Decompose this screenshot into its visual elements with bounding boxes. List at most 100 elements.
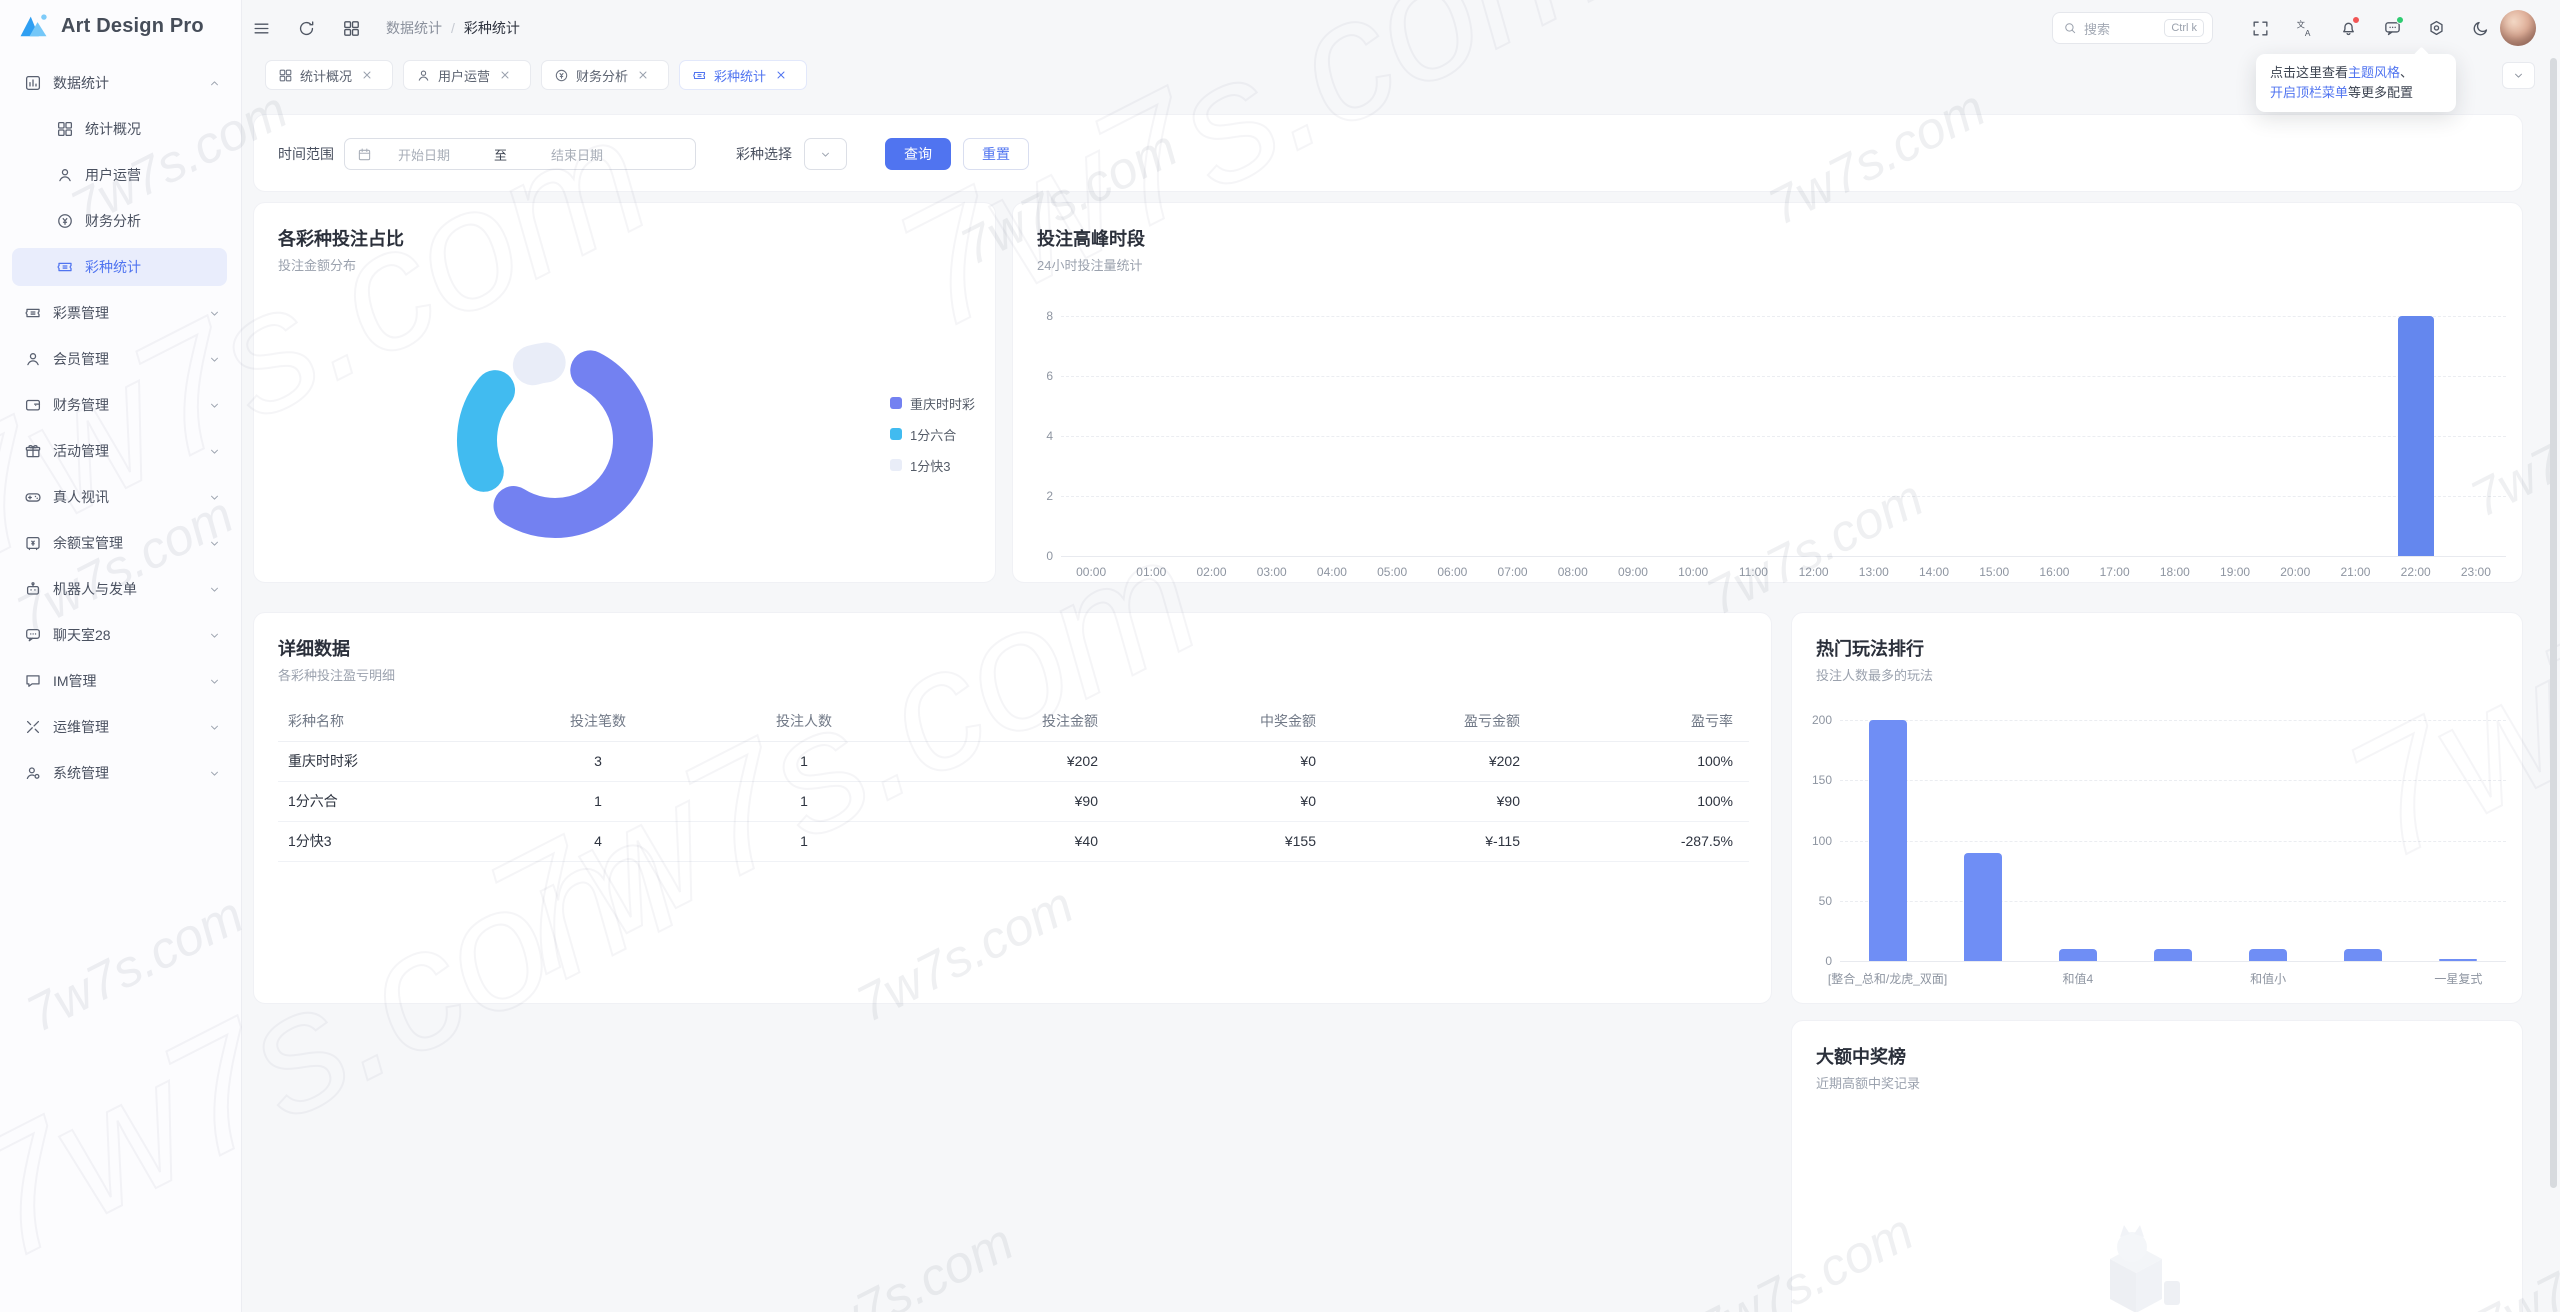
sidebar-item-10[interactable]: 余额宝管理 bbox=[0, 520, 241, 566]
tab-2[interactable]: 财务分析 bbox=[541, 60, 670, 90]
sidebar-item-12[interactable]: 聊天室28 bbox=[0, 612, 241, 658]
pie-chart-card: 各彩种投注占比 投注金额分布 重庆时时彩 1分六合 1分快3 bbox=[253, 202, 996, 583]
tab-close-icon[interactable] bbox=[499, 69, 511, 81]
apps-grid-icon[interactable] bbox=[342, 19, 361, 38]
breadcrumb: 数据统计 / 彩种统计 bbox=[386, 0, 520, 56]
reset-button[interactable]: 重置 bbox=[963, 138, 1029, 170]
card-subtitle: 24小时投注量统计 bbox=[1037, 258, 1143, 273]
table-column-header: 彩种名称 bbox=[278, 701, 498, 742]
end-date-placeholder[interactable]: 结束日期 bbox=[551, 145, 603, 164]
scrollbar-thumb[interactable] bbox=[2550, 58, 2557, 1188]
bell-button[interactable] bbox=[2326, 10, 2370, 46]
card-subtitle: 投注人数最多的玩法 bbox=[1816, 668, 1934, 683]
sidebar-item-7[interactable]: 财务管理 bbox=[0, 382, 241, 428]
date-range-separator: 至 bbox=[494, 147, 508, 163]
legend-item[interactable]: 重庆时时彩 bbox=[890, 395, 975, 412]
safe-icon bbox=[24, 534, 42, 552]
refresh-icon[interactable] bbox=[297, 19, 316, 38]
chevron-down-icon bbox=[819, 148, 832, 161]
sidebar-item-1[interactable]: 统计概况 bbox=[0, 106, 241, 152]
tab-close-icon[interactable] bbox=[361, 69, 373, 81]
chat-dots-button[interactable] bbox=[2370, 10, 2414, 46]
gift-icon bbox=[24, 442, 42, 460]
legend-item[interactable]: 1分六合 bbox=[890, 426, 975, 443]
tab-3[interactable]: 彩种统计 bbox=[679, 60, 808, 90]
sidebar-item-label: 系统管理 bbox=[53, 765, 109, 781]
bar[interactable] bbox=[1963, 852, 2002, 961]
fullscreen-button[interactable] bbox=[2238, 10, 2282, 46]
table-column-header: 盈亏率 bbox=[1520, 701, 1749, 742]
donut-segment[interactable] bbox=[493, 350, 653, 538]
bar[interactable] bbox=[2397, 316, 2434, 556]
logo[interactable]: Art Design Pro bbox=[0, 0, 241, 52]
svg-text:A: A bbox=[2304, 28, 2310, 38]
sidebar-item-label: 彩种统计 bbox=[85, 259, 141, 275]
bar[interactable] bbox=[2058, 948, 2097, 961]
sidebar-item-8[interactable]: 活动管理 bbox=[0, 428, 241, 474]
sidebar-item-6[interactable]: 会员管理 bbox=[0, 336, 241, 382]
lottery-select[interactable] bbox=[804, 138, 847, 170]
tooltip-text: 等更多配置 bbox=[2348, 85, 2414, 100]
tab-0[interactable]: 统计概况 bbox=[265, 60, 394, 90]
donut-segment[interactable] bbox=[512, 342, 566, 386]
bar[interactable] bbox=[2249, 948, 2288, 961]
gear-button[interactable] bbox=[2414, 10, 2458, 46]
user-icon bbox=[24, 350, 42, 368]
tab-1[interactable]: 用户运营 bbox=[403, 60, 532, 90]
tabbar-collapse-button[interactable] bbox=[2502, 62, 2535, 89]
sidebar-item-9[interactable]: 真人视讯 bbox=[0, 474, 241, 520]
moon-button[interactable] bbox=[2458, 10, 2502, 46]
table-cell: 1分六合 bbox=[278, 781, 498, 822]
bar[interactable] bbox=[2344, 948, 2383, 961]
stats-icon bbox=[24, 74, 42, 92]
date-range-input[interactable]: 开始日期 至 结束日期 bbox=[344, 138, 696, 170]
sidebar-item-11[interactable]: 机器人与发单 bbox=[0, 566, 241, 612]
sidebar-item-4[interactable]: 彩种统计 bbox=[0, 244, 241, 290]
tooltip-topbar-link[interactable]: 开启顶栏菜单 bbox=[2270, 85, 2348, 100]
query-button[interactable]: 查询 bbox=[885, 138, 951, 170]
legend-item[interactable]: 1分快3 bbox=[890, 457, 975, 474]
sidebar-item-15[interactable]: 系统管理 bbox=[0, 750, 241, 796]
bar[interactable] bbox=[2154, 948, 2192, 961]
start-date-placeholder[interactable]: 开始日期 bbox=[398, 145, 450, 164]
tab-bar: 统计概况 用户运营 财务分析 彩种统计 bbox=[265, 60, 808, 90]
table-column-header: 投注金额 bbox=[910, 701, 1098, 742]
table-cell: 重庆时时彩 bbox=[278, 741, 498, 782]
x-axis-label: 一星复式 bbox=[2434, 972, 2483, 986]
sidebar-item-5[interactable]: 彩票管理 bbox=[0, 290, 241, 336]
y-axis-label: 4 bbox=[1046, 429, 1053, 443]
sidebar-item-14[interactable]: 运维管理 bbox=[0, 704, 241, 750]
sidebar-item-2[interactable]: 用户运营 bbox=[0, 152, 241, 198]
search-input[interactable]: 搜索 Ctrl k bbox=[2052, 12, 2213, 44]
app-window: 7w7s.com7w7s.com7w7s.com7w7s.com7w7s.com… bbox=[0, 0, 2560, 1312]
donut-segment[interactable] bbox=[457, 370, 516, 492]
table-row[interactable]: 1分快3 4 1 ¥40 ¥155 ¥-115 -287.5% bbox=[278, 821, 1749, 862]
tab-label: 财务分析 bbox=[576, 68, 629, 84]
chevron-down-icon bbox=[208, 537, 221, 550]
card-subtitle: 各彩种投注盈亏明细 bbox=[278, 668, 396, 683]
table-row[interactable]: 1分六合 1 1 ¥90 ¥0 ¥90 100% bbox=[278, 781, 1749, 822]
card-title: 热门玩法排行 bbox=[1816, 639, 1924, 659]
chevron-down-icon bbox=[208, 491, 221, 504]
y-axis-label: 8 bbox=[1046, 309, 1053, 323]
translate-button[interactable]: 文A bbox=[2282, 10, 2326, 46]
bar[interactable] bbox=[2439, 958, 2478, 961]
menu-toggle-icon[interactable] bbox=[252, 19, 271, 38]
tooltip-text: 、 bbox=[2400, 65, 2414, 80]
y-axis-label: 100 bbox=[1811, 833, 1832, 848]
tab-close-icon[interactable] bbox=[775, 69, 787, 81]
tooltip-theme-link[interactable]: 主题风格 bbox=[2348, 65, 2400, 80]
search-placeholder: 搜索 bbox=[2084, 21, 2111, 37]
sidebar-item-3[interactable]: 财务分析 bbox=[0, 198, 241, 244]
gridline bbox=[1840, 780, 2506, 782]
sidebar: Art Design Pro 数据统计 统计概况 用户运营 财务分析彩种统计彩票管理会… bbox=[0, 0, 242, 1312]
moon-icon bbox=[2471, 19, 2490, 38]
sidebar-item-0[interactable]: 数据统计 bbox=[0, 60, 241, 106]
breadcrumb-parent[interactable]: 数据统计 bbox=[386, 18, 442, 38]
avatar[interactable] bbox=[2500, 10, 2536, 46]
chevron-up-icon bbox=[208, 77, 221, 90]
tab-close-icon[interactable] bbox=[637, 69, 649, 81]
bar[interactable] bbox=[1868, 720, 1907, 961]
table-row[interactable]: 重庆时时彩 3 1 ¥202 ¥0 ¥202 100% bbox=[278, 741, 1749, 782]
sidebar-item-13[interactable]: IM管理 bbox=[0, 658, 241, 704]
